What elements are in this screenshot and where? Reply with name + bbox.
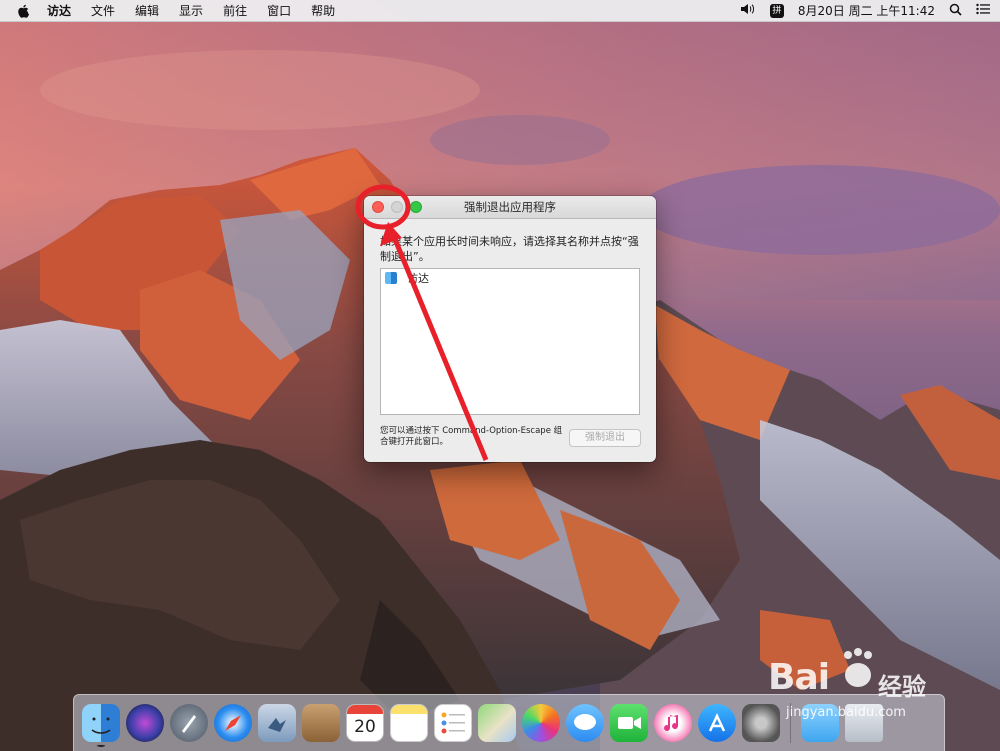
app-list[interactable]: 访达 [380,268,640,415]
menu-help[interactable]: 帮助 [311,2,335,19]
menu-bar: 访达 文件 编辑 显示 前往 窗口 帮助 拼 8月20日 周二 上午11:42 [0,0,1000,22]
watermark-brand: Bai [768,657,830,698]
safari-icon[interactable] [214,704,252,742]
maps-icon[interactable] [478,704,516,742]
dialog-message: 如果某个应用长时间未响应，请选择其名称并点按“强制退出”。 [380,235,639,263]
itunes-icon[interactable] [654,704,692,742]
app-name: 访达 [407,272,429,285]
clock[interactable]: 8月20日 周二 上午11:42 [798,2,935,19]
force-quit-button[interactable]: 强制退出 [569,429,641,447]
finder-icon [385,272,397,284]
finder-icon[interactable] [82,704,120,742]
apple-icon[interactable] [17,4,33,18]
status-area: 拼 8月20日 周二 上午11:42 [740,0,990,21]
shortcut-hint: 您可以通过按下 Command-Option-Escape 组合键打开此窗口。 [380,426,563,447]
finder-running-indicator [96,744,106,747]
launchpad-icon[interactable] [170,704,208,742]
facetime-icon[interactable] [610,704,648,742]
menu-go[interactable]: 前往 [223,2,247,19]
force-quit-dialog: 强制退出应用程序 如果某个应用长时间未响应，请选择其名称并点按“强制退出”。 访… [364,196,656,462]
close-button[interactable] [372,201,384,213]
notes-icon[interactable] [390,704,428,742]
menu-file[interactable]: 文件 [91,2,115,19]
menu-view[interactable]: 显示 [179,2,203,19]
mail-icon[interactable] [258,704,296,742]
photos-icon[interactable] [522,704,560,742]
dialog-titlebar[interactable]: 强制退出应用程序 [364,196,656,219]
paw-icon [838,647,878,695]
system-preferences-icon[interactable] [742,704,780,742]
minimize-button[interactable] [391,201,403,213]
siri-icon[interactable] [126,704,164,742]
magnifier-icon[interactable] [949,3,962,19]
menu-window[interactable]: 窗口 [267,2,291,19]
watermark-cn: 经验 [878,673,926,701]
speaker-icon[interactable] [740,3,756,18]
menu-edit[interactable]: 编辑 [135,2,159,19]
dialog-title: 强制退出应用程序 [464,200,556,214]
input-method-icon[interactable]: 拼 [769,3,784,18]
window-controls [372,201,422,213]
calendar-icon[interactable]: 20 [346,704,384,742]
baidu-watermark: Bai 经验 jingyan.baidu.com [768,645,948,720]
messages-icon[interactable] [566,704,604,742]
watermark-url: jingyan.baidu.com [786,705,906,720]
list-item[interactable]: 访达 [381,269,639,287]
app-store-icon[interactable] [698,704,736,742]
calendar-day: 20 [354,717,376,737]
list-icon[interactable] [976,3,990,18]
zoom-button[interactable] [410,201,422,213]
reminders-icon[interactable] [434,704,472,742]
contacts-icon[interactable] [302,704,340,742]
menu-finder[interactable]: 访达 [47,2,71,19]
